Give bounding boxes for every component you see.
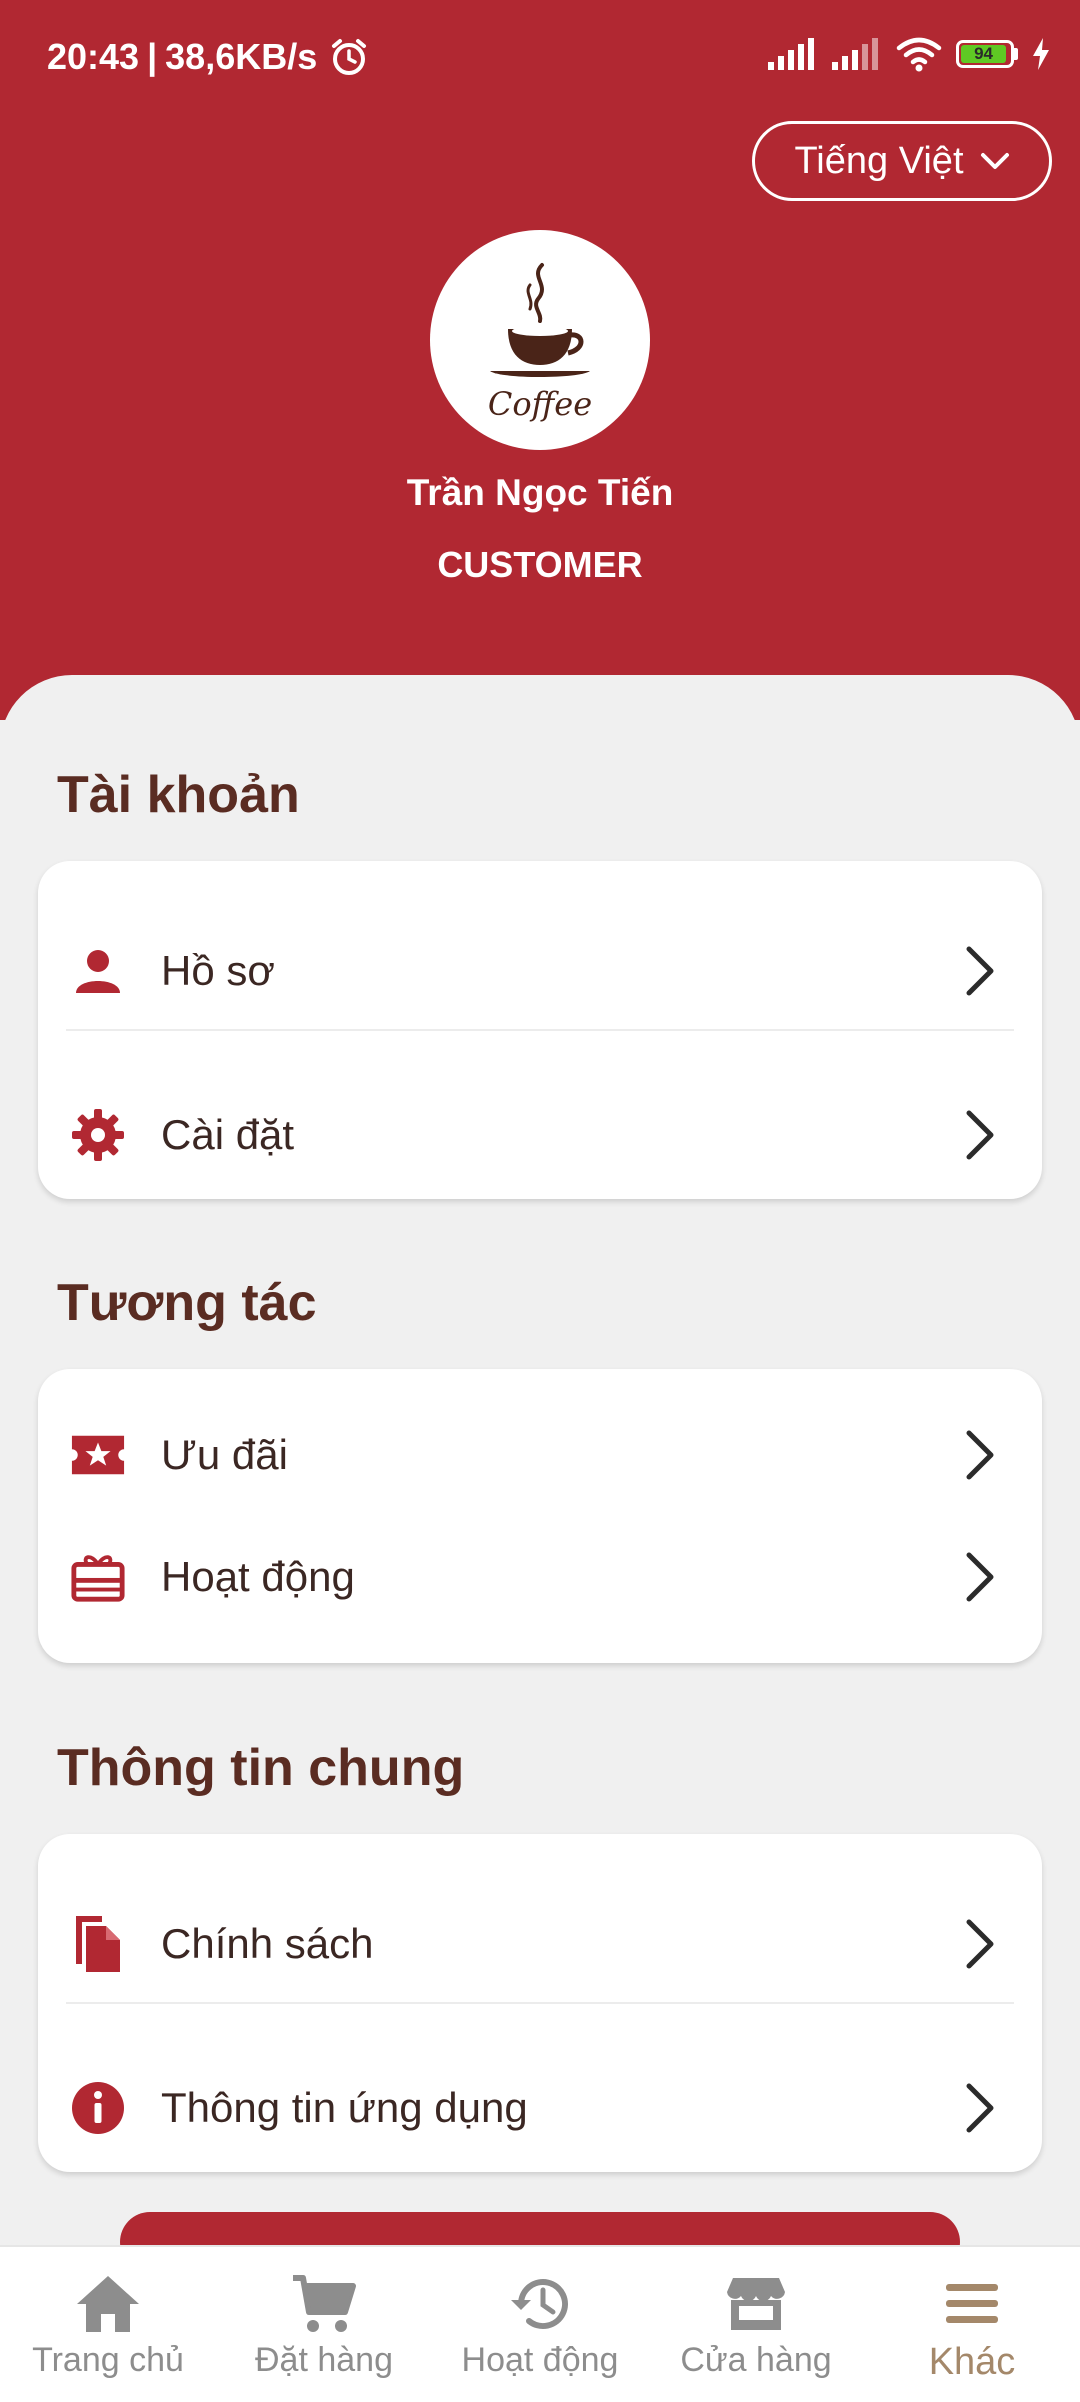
menu-icon [944,2273,1000,2335]
coffee-logo-icon: Coffee [488,263,592,423]
user-name: Trần Ngọc Tiến [406,472,674,513]
avatar[interactable]: Coffee [430,230,650,450]
chevron-right-icon [960,1107,1000,1163]
menu-label-offers: Ưu đãi [161,1431,288,1478]
nav-label-home: Trang chủ [32,2341,184,2379]
menu-label-settings: Cài đặt [161,1111,295,1158]
gear-icon [70,1107,126,1163]
profile-header: 20:43 | 38,6KB/s 94 Tiếng Việt Coffee Tr… [0,0,1080,720]
account-card: Hồ sơ Cài đặt [38,861,1042,1199]
cart-icon [291,2273,357,2335]
status-right: 94 [768,36,1050,72]
chevron-down-icon [980,153,1009,169]
chevron-right-icon [960,1916,1000,1972]
chevron-right-icon [960,943,1000,999]
section-title-account: Tài khoản [57,766,300,824]
battery-indicator: 94 [956,40,1018,68]
person-icon [70,943,126,999]
menu-label-policy: Chính sách [161,1920,374,1967]
network-speed: 38,6KB/s [165,36,318,77]
menu-label-activities: Hoạt động [161,1553,355,1600]
settings-content: Tài khoản Hồ sơ Cài đặt Tương tác Ưu đãi… [0,675,1080,2245]
menu-item-app-info[interactable]: Thông tin ứng dụng [38,2048,1042,2168]
nav-order[interactable]: Đặt hàng [216,2247,432,2402]
nav-label-order: Đặt hàng [255,2341,393,2379]
interaction-card: Ưu đãi Hoạt động [38,1369,1042,1663]
home-icon [75,2273,141,2335]
wifi-icon [896,37,942,72]
chevron-right-icon [960,1427,1000,1483]
menu-item-profile[interactable]: Hồ sơ [38,911,1042,1031]
section-title-interaction: Tương tác [57,1274,317,1332]
menu-item-policy[interactable]: Chính sách [38,1884,1042,2004]
ticket-star-icon [70,1427,126,1483]
nav-label-store: Cửa hàng [680,2341,832,2379]
nav-more[interactable]: Khác [864,2247,1080,2402]
info-icon [70,2080,126,2136]
nav-activity[interactable]: Hoạt động [432,2247,648,2402]
document-icon [70,1916,126,1972]
section-title-general: Thông tin chung [57,1739,465,1797]
battery-level: 94 [961,44,1007,63]
status-separator: | [147,36,158,77]
language-label: Tiếng Việt [794,139,964,182]
nav-label-more: Khác [928,2341,1016,2383]
menu-item-activities[interactable]: Hoạt động [38,1517,1042,1637]
divider [66,2002,1014,2004]
menu-label-profile: Hồ sơ [161,947,275,994]
menu-item-settings[interactable]: Cài đặt [38,1075,1042,1195]
history-icon [509,2273,571,2335]
menu-label-app-info: Thông tin ứng dụng [161,2084,528,2131]
store-icon [725,2273,787,2335]
signal-icon [768,38,814,70]
signal-secondary-icon [832,38,878,70]
chevron-right-icon [960,1549,1000,1605]
general-card: Chính sách Thông tin ứng dụng [38,1834,1042,2172]
charging-icon [1033,38,1049,70]
nav-home[interactable]: Trang chủ [0,2247,216,2402]
gift-card-icon [70,1549,126,1605]
chevron-right-icon [960,2080,1000,2136]
nav-store[interactable]: Cửa hàng [648,2247,864,2402]
status-left: 20:43 | 38,6KB/s [47,36,369,78]
bottom-nav: Trang chủ Đặt hàng Hoạt động Cửa hàng Kh… [0,2245,1080,2402]
nav-label-activity: Hoạt động [461,2341,619,2379]
language-selector[interactable]: Tiếng Việt [752,121,1052,201]
alarm-icon [332,39,367,75]
divider [66,1029,1014,1031]
status-time: 20:43 [47,36,140,77]
menu-item-offers[interactable]: Ưu đãi [38,1395,1042,1515]
svg-text:Coffee: Coffee [488,385,592,423]
user-role: CUSTOMER [437,544,643,585]
status-bar: 20:43 | 38,6KB/s 94 [0,0,1080,116]
